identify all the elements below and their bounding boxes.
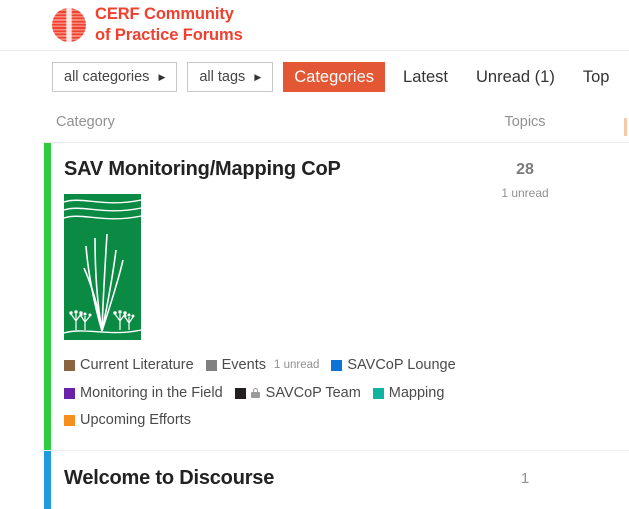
tag-filter-label: all tags [199, 69, 246, 85]
subcategory-color-swatch [234, 387, 246, 399]
nav-tab-latest[interactable]: Latest [389, 62, 462, 92]
table-header-row: Category Topics [44, 103, 629, 143]
subcategory-label: Events [221, 357, 266, 374]
subcategory-color-swatch [64, 387, 75, 399]
topics-cell: 28 1 unread [482, 142, 568, 451]
lock-icon [250, 388, 260, 399]
topics-count: 28 [516, 161, 534, 178]
subcategory-label: Current Literature [80, 357, 194, 374]
subcategory-savcop-team[interactable]: SAVCoP Team [234, 381, 361, 406]
category-cell: SAV Monitoring/Mapping CoP Current Liter… [44, 142, 482, 451]
subcategory-color-swatch [372, 387, 384, 399]
subcategory-label: SAVCoP Lounge [347, 357, 456, 374]
subcategory-current-literature[interactable]: Current Literature [64, 353, 194, 378]
category-table-body: SAV Monitoring/Mapping CoP Current Liter… [44, 142, 629, 509]
site-logo-link[interactable]: CERF Community of Practice Forums [52, 4, 243, 46]
nav-tab-unread[interactable]: Unread (1) [462, 62, 569, 92]
site-title: CERF Community of Practice Forums [95, 4, 243, 46]
sav-seagrass-banner-image [64, 194, 141, 340]
subcategory-unread-count[interactable]: 1 unread [274, 356, 319, 376]
category-color-stripe [44, 450, 51, 509]
topics-unread-link[interactable]: 1 unread [482, 179, 568, 200]
extra-cell [568, 450, 629, 509]
subcategory-list: Current Literature Events 1 unread SAVCo… [64, 353, 482, 436]
subcategory-mapping[interactable]: Mapping [372, 381, 445, 406]
navigation-bar: all categories ▶ all tags ▶ Categories L… [0, 51, 629, 103]
chevron-right-icon: ▶ [158, 71, 166, 82]
category-table-head: Category Topics [44, 103, 629, 143]
subcategory-label: Upcoming Efforts [80, 412, 191, 429]
tag-filter-dropdown[interactable]: all tags ▶ [187, 62, 274, 92]
table-row: Welcome to Discourse 1 [44, 450, 629, 509]
category-title-link[interactable]: Welcome to Discourse [64, 467, 274, 490]
subcategory-color-swatch [331, 360, 343, 371]
chevron-right-icon: ▶ [254, 71, 262, 82]
subcategory-upcoming-efforts[interactable]: Upcoming Efforts [64, 408, 191, 433]
category-table: Category Topics SAV Monitoring/Mapping C… [44, 103, 629, 509]
brand-line-2: of Practice Forums [95, 26, 243, 44]
extra-cell [568, 142, 629, 451]
subcategory-color-swatch [205, 360, 217, 371]
table-row: SAV Monitoring/Mapping CoP Current Liter… [44, 142, 629, 451]
subcategory-color-swatch [64, 415, 75, 427]
category-color-stripe [44, 143, 51, 450]
subcategory-color-swatch [64, 360, 75, 371]
category-title-link[interactable]: SAV Monitoring/Mapping CoP [64, 158, 341, 181]
column-header-category: Category [44, 103, 482, 143]
brand-line-1: CERF Community [95, 4, 234, 23]
subcategory-savcop-lounge[interactable]: SAVCoP Lounge [331, 353, 456, 378]
column-header-extra [568, 103, 629, 143]
subcategory-events[interactable]: Events 1 unread [205, 353, 319, 378]
category-list-container: Category Topics SAV Monitoring/Mapping C… [0, 103, 629, 509]
site-header: CERF Community of Practice Forums [0, 0, 629, 51]
cerf-circle-logo-icon [52, 8, 86, 42]
nav-tab-top[interactable]: Top [569, 62, 624, 92]
subcategory-label: Monitoring in the Field [80, 384, 223, 401]
column-header-topics: Topics [482, 103, 568, 143]
subcategory-label: SAVCoP Team [265, 384, 361, 401]
nav-tab-categories[interactable]: Categories [283, 62, 386, 92]
topics-cell: 1 [482, 450, 568, 509]
topics-count: 1 [520, 469, 530, 487]
subcategory-label: Mapping [388, 384, 445, 401]
category-filter-dropdown[interactable]: all categories ▶ [52, 62, 178, 92]
category-cell: Welcome to Discourse [44, 450, 482, 509]
subcategory-monitoring-in-the-field[interactable]: Monitoring in the Field [64, 381, 223, 406]
cutoff-edge-marker [624, 118, 627, 136]
category-filter-label: all categories [64, 69, 150, 85]
